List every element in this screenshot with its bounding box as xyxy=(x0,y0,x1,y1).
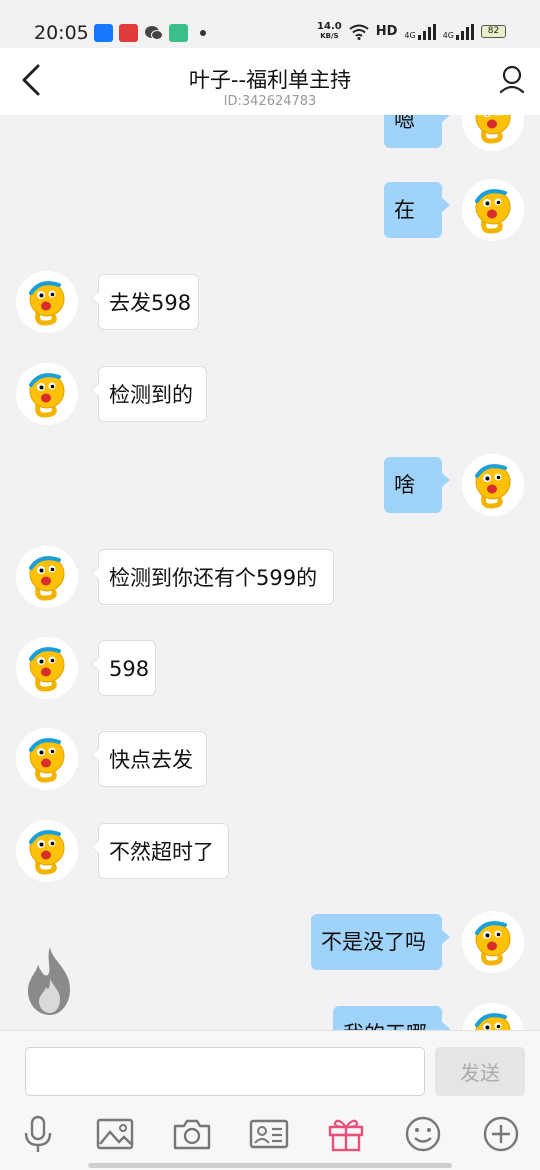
contact-card-icon[interactable] xyxy=(249,1114,289,1154)
avatar[interactable] xyxy=(16,637,78,699)
wechat-app-icon xyxy=(144,24,163,42)
outgoing-message-bubble[interactable]: 嗯 xyxy=(384,115,450,148)
avatar[interactable] xyxy=(462,911,524,973)
notification-icons xyxy=(94,24,188,42)
microphone-icon[interactable] xyxy=(18,1114,58,1154)
input-bar: 发送 xyxy=(0,1030,540,1110)
incoming-message-bubble[interactable]: 检测到你还有个599的 xyxy=(91,549,334,605)
home-indicator[interactable] xyxy=(88,1163,452,1168)
flame-icon[interactable] xyxy=(22,945,78,1017)
incoming-message-bubble[interactable]: 598 xyxy=(91,640,156,696)
outgoing-message-bubble[interactable]: 不是没了吗 xyxy=(311,914,450,970)
avatar[interactable] xyxy=(462,179,524,241)
signal-2: 4G xyxy=(443,23,474,40)
status-right: 14.0 KB/S HD 4G 4G 82 xyxy=(317,22,506,41)
avatar[interactable] xyxy=(16,271,78,333)
more-notifications-dot xyxy=(200,30,206,36)
camera-icon[interactable] xyxy=(172,1114,212,1154)
net-speed: 14.0 KB/S xyxy=(317,21,342,41)
gift-icon[interactable] xyxy=(326,1114,366,1154)
outgoing-message-bubble[interactable]: 我的天哪 xyxy=(333,1006,450,1030)
hd-label: HD xyxy=(375,24,398,39)
wifi-icon xyxy=(349,24,369,40)
image-icon[interactable] xyxy=(95,1114,135,1154)
avatar[interactable] xyxy=(16,363,78,425)
incoming-message-bubble[interactable]: 快点去发 xyxy=(91,731,207,787)
status-bar: 20:05 14.0 KB/S HD 4G 4G 82 xyxy=(0,0,540,48)
message-input[interactable] xyxy=(25,1047,425,1096)
profile-icon[interactable] xyxy=(498,64,526,94)
chat-header: 叶子--福利单主持 ID:342624783 xyxy=(0,48,540,115)
news-app-icon xyxy=(119,24,138,42)
message-list[interactable]: 嗯 在 去发598 检测到的 啥 检测到你还有个599的 598 快点去发 不然… xyxy=(0,115,540,1030)
avatar[interactable] xyxy=(462,454,524,516)
battery-indicator: 82 xyxy=(481,25,506,38)
outgoing-message-bubble[interactable]: 在 xyxy=(384,182,450,238)
alipay-app-icon xyxy=(94,24,113,42)
signal-1: 4G xyxy=(404,23,436,40)
avatar[interactable] xyxy=(462,1003,524,1030)
avatar[interactable] xyxy=(16,820,78,882)
chat-title: 叶子--福利单主持 xyxy=(188,68,352,92)
app-notification-icon xyxy=(169,24,188,42)
outgoing-message-bubble[interactable]: 啥 xyxy=(384,457,450,513)
status-time: 20:05 xyxy=(34,22,89,44)
incoming-message-bubble[interactable]: 不然超时了 xyxy=(91,823,229,879)
chat-user-id: ID:342624783 xyxy=(223,94,317,109)
avatar[interactable] xyxy=(16,546,78,608)
incoming-message-bubble[interactable]: 检测到的 xyxy=(91,366,207,422)
plus-icon[interactable] xyxy=(481,1114,521,1154)
send-button[interactable]: 发送 xyxy=(435,1047,525,1096)
emoji-icon[interactable] xyxy=(403,1114,443,1154)
avatar[interactable] xyxy=(462,115,524,151)
chat-toolbar xyxy=(0,1110,540,1170)
incoming-message-bubble[interactable]: 去发598 xyxy=(91,274,199,330)
avatar[interactable] xyxy=(16,728,78,790)
